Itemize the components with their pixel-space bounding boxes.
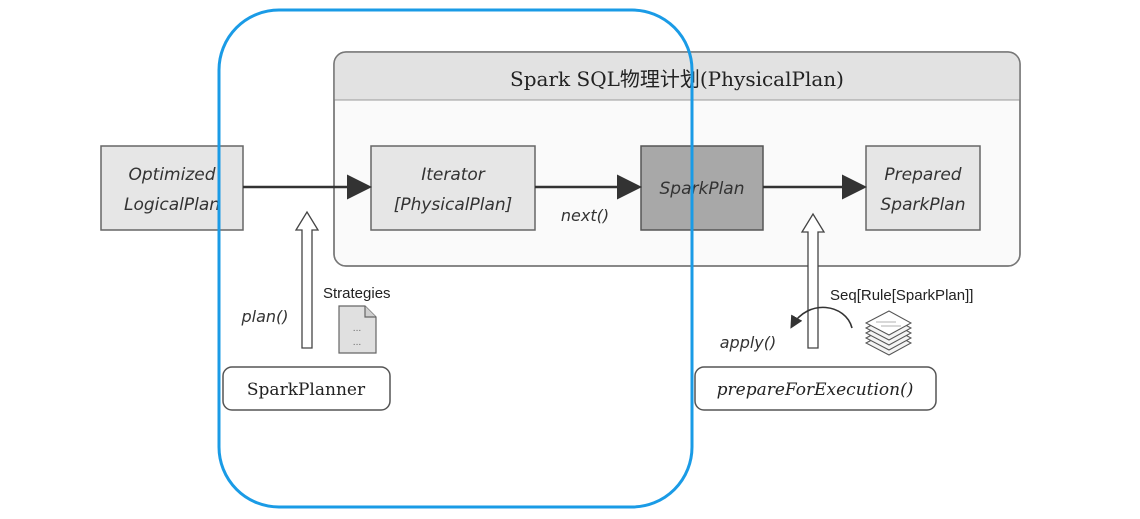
sparkplan-box: SparkPlan: [640, 145, 764, 231]
diagram-canvas: Spark SQL物理计划(PhysicalPlan) Optimized Lo…: [100, 8, 1021, 509]
apply-label: apply(): [720, 333, 777, 352]
strategies-label: Strategies: [323, 285, 391, 302]
apply-curved-arrow: [790, 306, 853, 329]
svg-text:...: ...: [353, 324, 362, 334]
next-label: next(): [561, 206, 609, 225]
prepare-for-execution-label: prepareForExecution(): [717, 380, 914, 400]
plan-label: plan(): [240, 307, 288, 326]
prepared-label-line2: SparkPlan: [881, 195, 966, 215]
prepared-label-line1: Prepared: [884, 165, 961, 185]
sparkplanner-box: SparkPlanner: [222, 366, 391, 411]
stacked-pages-icon: [864, 310, 913, 356]
prepared-sparkplan-box: Prepared SparkPlan: [865, 145, 981, 231]
seq-rule-label: Seq[Rule[SparkPlan]]: [830, 287, 973, 304]
sparkplanner-label: SparkPlanner: [247, 380, 366, 400]
iterator-label-line1: Iterator: [421, 165, 486, 185]
sparkplan-label: SparkPlan: [660, 179, 745, 199]
svg-text:...: ...: [353, 338, 362, 348]
physical-plan-title: Spark SQL物理计划(PhysicalPlan): [510, 67, 844, 91]
iterator-label-line2: [PhysicalPlan]: [394, 195, 513, 215]
prepare-for-execution-box: prepareForExecution(): [694, 366, 937, 411]
optimized-label-line1: Optimized: [128, 165, 215, 185]
plan-up-arrow: [294, 210, 320, 349]
document-icon: ... ...: [338, 305, 377, 354]
optimized-logicalplan-box: Optimized LogicalPlan: [100, 145, 244, 231]
optimized-label-line2: LogicalPlan: [124, 195, 220, 215]
iterator-physicalplan-box: Iterator [PhysicalPlan]: [370, 145, 536, 231]
